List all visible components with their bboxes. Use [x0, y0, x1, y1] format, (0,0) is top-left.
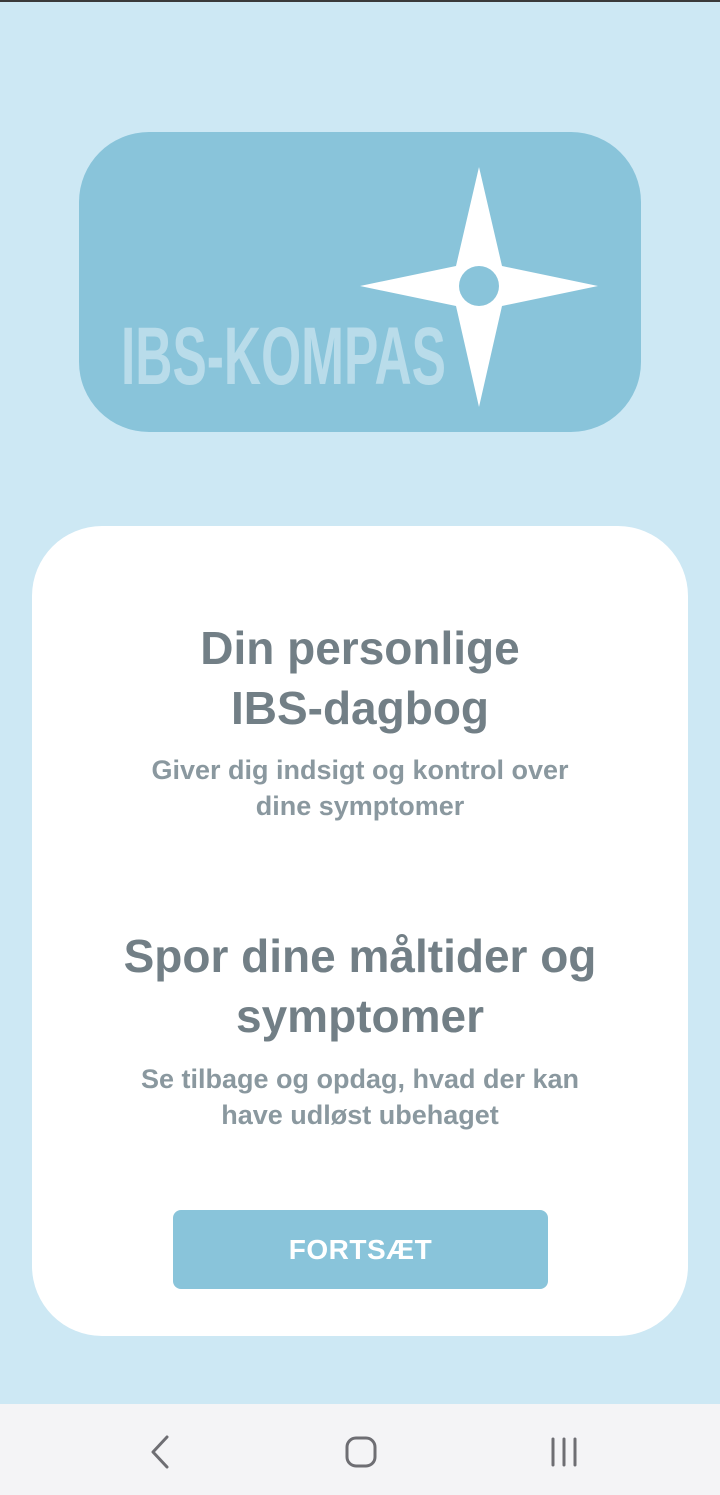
system-nav-bar [0, 1404, 720, 1495]
compass-star-icon: IBS-KOMPAS [121, 167, 598, 407]
nav-recent-button[interactable] [534, 1424, 594, 1480]
ibs-kompas-logo: IBS-KOMPAS [79, 132, 641, 432]
recent-apps-icon [551, 1437, 577, 1467]
heading-line: IBS-dagbog [230, 682, 490, 734]
intro-heading-diary: Din personlige IBS-dagbog [32, 618, 688, 738]
home-icon [345, 1436, 377, 1468]
intro-subtext-lookback: Se tilbage og opdag, hvad der kan have u… [92, 1061, 628, 1133]
heading-line: symptomer [236, 990, 484, 1042]
heading-line: Spor dine måltider og [123, 930, 597, 982]
intro-subtext-insight: Giver dig indsigt og kontrol over dine s… [92, 752, 628, 824]
svg-text:IBS-KOMPAS: IBS-KOMPAS [121, 311, 446, 402]
subtext-line: have udløst ubehaget [221, 1100, 499, 1130]
subtext-line: Se tilbage og opdag, hvad der kan [140, 1064, 580, 1094]
nav-home-button[interactable] [331, 1424, 391, 1480]
intro-heading-track: Spor dine måltider og symptomer [32, 926, 688, 1046]
intro-card: Din personlige IBS-dagbog Giver dig inds… [32, 526, 688, 1336]
nav-back-button[interactable] [130, 1424, 190, 1480]
subtext-line: dine symptomer [255, 791, 465, 821]
chevron-left-icon [151, 1435, 169, 1469]
app-screen: IBS-KOMPAS Din personlige IBS-dagbog Giv… [0, 0, 720, 1495]
status-bar-edge [0, 0, 720, 2]
continue-button[interactable]: FORTSÆT [173, 1210, 548, 1289]
subtext-line: Giver dig indsigt og kontrol over [151, 755, 569, 785]
heading-line: Din personlige [200, 622, 520, 674]
